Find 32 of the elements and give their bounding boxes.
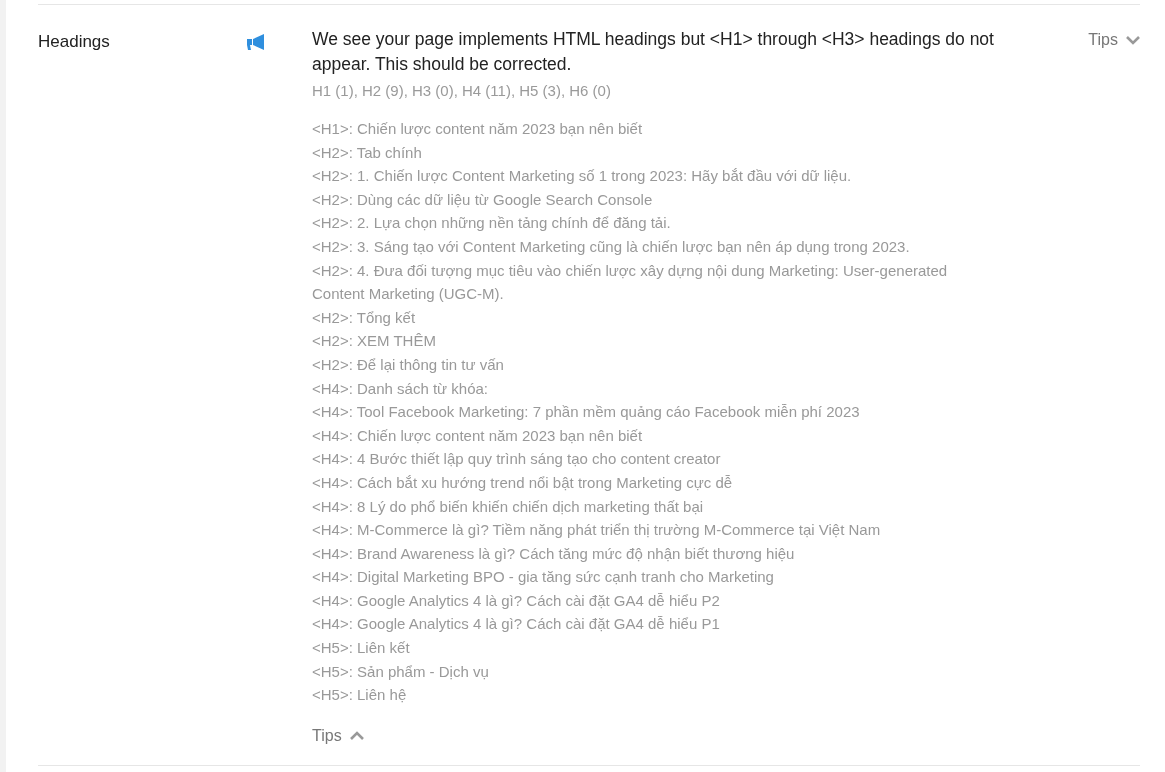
heading-item: <H5>: Liên hệ [312, 685, 408, 706]
heading-item: <H2>: Tab chính [312, 142, 423, 163]
heading-item: <H4>: 8 Lý do phổ biến khiến chiến dịch marketing thất bại [312, 496, 705, 517]
heading-item: <H2>: 4. Đưa đối tượng mục tiêu vào chiến lược xây dựng nội dung Marketing: User-generated Content Marketing (UGC-M). [312, 260, 949, 305]
heading-item: <H2>: 1. Chiến lược Content Marketing số 1 trong 2023: Hãy bắt đầu với dữ liệu. [312, 166, 853, 187]
tips-toggle[interactable]: Tips [312, 726, 364, 745]
heading-item: <H5>: Liên kết [312, 638, 411, 659]
heading-item: <H4>: 4 Bước thiết lập quy trình sáng tạo cho content creator [312, 449, 722, 470]
heading-item: <H4>: Tool Facebook Marketing: 7 phần mềm quảng cáo Facebook miễn phí 2023 [312, 402, 861, 423]
chevron-icon [1126, 35, 1140, 45]
heading-counts: H1 (1), H2 (9), H3 (0), H4 (11), H5 (3), H6 (0) [312, 82, 612, 99]
heading-item: <H4>: Google Analytics 4 là gì? Cách cài đặt GA4 dễ hiểu P2 [312, 590, 721, 611]
chevron-icon [349, 731, 364, 741]
heading-item: <H4>: Cách bắt xu hướng trend nổi bật trong Marketing cực dễ [312, 472, 734, 493]
heading-item: <H2>: 2. Lựa chọn những nền tảng chính để đăng tải. [312, 213, 672, 234]
megaphone-icon [246, 34, 266, 52]
heading-item: <H4>: Google Analytics 4 là gì? Cách cài đặt GA4 dễ hiểu P1 [312, 614, 721, 635]
heading-item: <H2>: Để lại thông tin tư vấn [312, 354, 505, 375]
heading-item: <H4>: Brand Awareness là gì? Cách tăng mức độ nhận biết thương hiệu [312, 543, 796, 564]
tips-toggle[interactable]: Tips [1088, 31, 1140, 49]
heading-item: <H4>: Digital Marketing BPO - gia tăng sức cạnh tranh cho Marketing [312, 567, 775, 588]
heading-item: <H2>: 3. Sáng tạo với Content Marketing cũng là chiến lược bạn nên áp dụng trong 2023. [312, 236, 911, 257]
heading-item: <H2>: Dùng các dữ liệu từ Google Search Console [312, 189, 654, 210]
heading-item: <H2>: XEM THÊM [312, 331, 437, 352]
heading-item: <H4>: Chiến lược content năm 2023 bạn nên biết [312, 425, 644, 446]
heading-item: <H4>: M-Commerce là gì? Tiềm năng phát triển thị trường M-Commerce tại Việt Nam [312, 520, 882, 541]
section-label: Headings [38, 31, 111, 53]
heading-item: <H2>: Tổng kết [312, 307, 417, 328]
heading-item: <H4>: Danh sách từ khóa: [312, 378, 489, 399]
message-text: We see your page implements HTML headings but <H1> through <H3> headings do not appear. This should be corrected. [312, 28, 995, 76]
heading-item: <H1>: Chiến lược content năm 2023 bạn nên biết [312, 119, 644, 139]
heading-item: <H5>: Sản phẩm - Dịch vụ [312, 661, 490, 682]
